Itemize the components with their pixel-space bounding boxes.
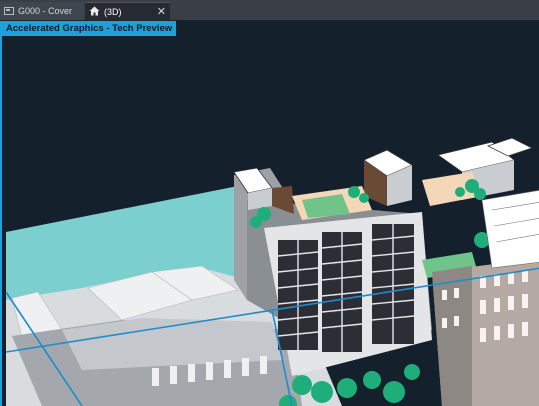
close-icon[interactable]: ✕ — [157, 5, 166, 18]
view-tab-bar: G000 - Cover (3D) ✕ — [0, 0, 539, 21]
graphics-mode-badge: Accelerated Graphics - Tech Preview — [2, 21, 177, 36]
tab-g000-cover[interactable]: G000 - Cover — [0, 2, 84, 20]
sheet-icon — [4, 7, 14, 15]
tab-label: G000 - Cover — [18, 6, 73, 16]
tab-3d-view[interactable]: (3D) ✕ — [85, 2, 170, 20]
building-model[interactable] — [2, 21, 539, 406]
home-icon — [89, 6, 100, 18]
tab-label: (3D) — [104, 6, 122, 17]
3d-viewport[interactable]: Accelerated Graphics - Tech Preview — [0, 21, 539, 406]
graphics-mode-label: Accelerated Graphics - Tech Preview — [6, 23, 173, 34]
